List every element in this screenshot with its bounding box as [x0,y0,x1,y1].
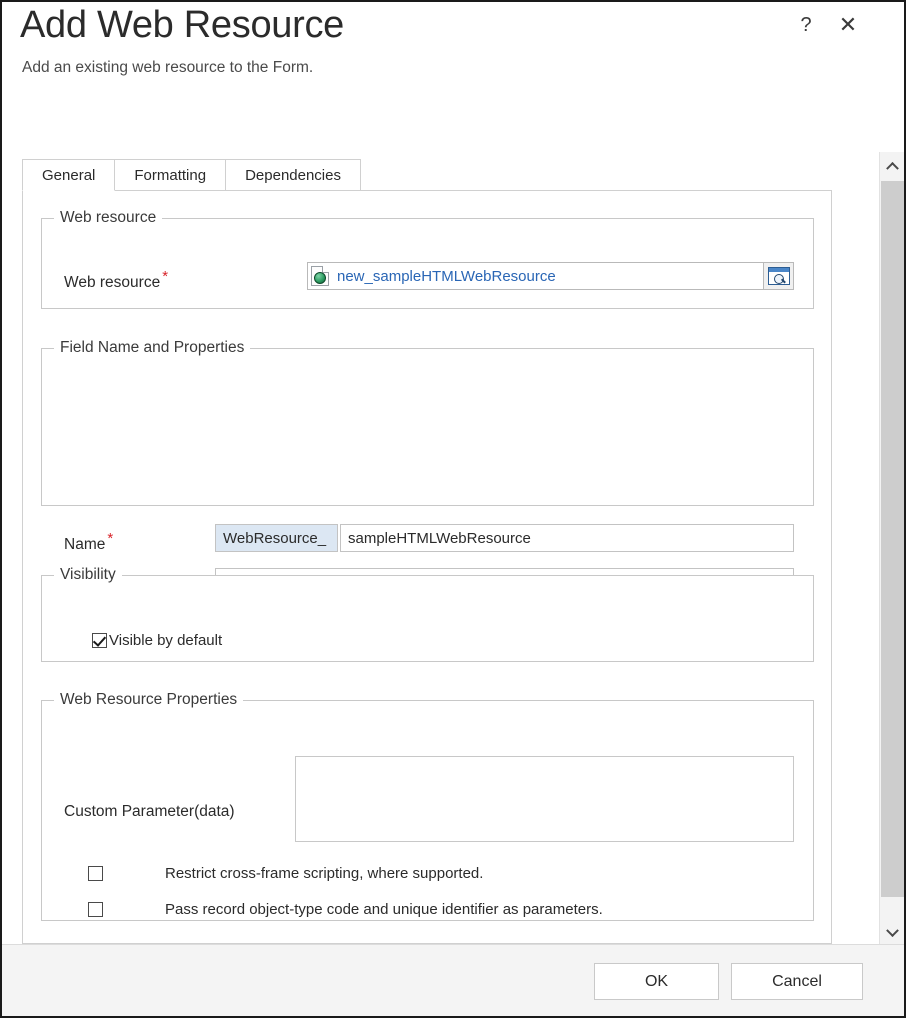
web-resource-group: Web resource Web resource * new_sampleHTM… [41,209,814,309]
cancel-button[interactable]: Cancel [731,963,863,1000]
dialog-header: Add Web Resource Add an existing web res… [2,2,904,142]
web-resource-field-label: Web resource * [64,268,169,292]
custom-parameter-label: Custom Parameter(data) [64,803,235,820]
required-marker: * [162,268,169,285]
restrict-cross-frame-checkbox[interactable] [88,866,103,881]
visibility-group: Visibility Visible by default [41,566,814,662]
web-resource-lookup: new_sampleHTMLWebResource [307,262,794,290]
chevron-up-icon [886,161,899,175]
restrict-cross-frame-label: Restrict cross-frame scripting, where su… [165,865,484,882]
tab-strip: General Formatting Dependencies [22,159,832,191]
name-input[interactable]: sampleHTMLWebResource [340,524,794,552]
general-tab-panel: Web resource Web resource * new_sampleHTM… [22,190,832,944]
restrict-cross-frame-checkbox-row[interactable]: Restrict cross-frame scripting, where su… [88,865,483,882]
close-icon[interactable]: ✕ [833,10,863,40]
pass-record-checkbox[interactable] [88,902,103,917]
scrollbar-thumb[interactable] [881,181,904,897]
scroll-up-button[interactable] [880,152,904,178]
dialog-subtitle: Add an existing web resource to the Form… [22,59,314,76]
scroll-down-button[interactable] [880,920,904,946]
field-name-properties-legend: Field Name and Properties [60,339,245,356]
tab-formatting[interactable]: Formatting [115,159,227,191]
custom-parameter-input[interactable] [295,756,794,842]
dialog-footer: OK Cancel [2,944,904,1016]
chevron-down-icon [886,923,899,937]
web-resource-document-icon [311,266,329,286]
page-title: Add Web Resource [20,4,345,46]
web-resource-lookup-input[interactable]: new_sampleHTMLWebResource [307,262,764,290]
name-prefix-readonly: WebResource_ [215,524,338,552]
web-resource-group-legend: Web resource [60,209,157,226]
lookup-magnifier-icon [767,267,790,285]
tab-dependencies[interactable]: Dependencies [226,159,361,191]
web-resource-lookup-value: new_sampleHTMLWebResource [337,267,556,285]
visible-by-default-checkbox-label: Visible by default [109,632,223,649]
visible-by-default-checkbox-row[interactable]: Visible by default [92,632,222,649]
web-resource-properties-legend: Web Resource Properties [60,691,238,708]
visibility-group-legend: Visibility [60,566,116,583]
content-scrollbar[interactable] [879,152,904,946]
field-name-properties-group: Field Name and Properties Name * WebResou… [41,339,814,625]
visible-by-default-checkbox[interactable] [92,633,107,648]
help-icon[interactable]: ? [791,10,821,40]
add-web-resource-dialog: Add Web Resource Add an existing web res… [0,0,906,1018]
required-marker: * [107,530,114,547]
name-field-label: Name * [64,530,114,554]
pass-record-checkbox-row[interactable]: Pass record object-type code and unique … [88,901,603,918]
web-resource-properties-group: Web Resource Properties Custom Parameter… [41,691,814,921]
tab-general[interactable]: General [22,159,116,191]
ok-button[interactable]: OK [594,963,719,1000]
lookup-browse-button[interactable] [764,262,794,290]
pass-record-label: Pass record object-type code and unique … [165,901,603,918]
